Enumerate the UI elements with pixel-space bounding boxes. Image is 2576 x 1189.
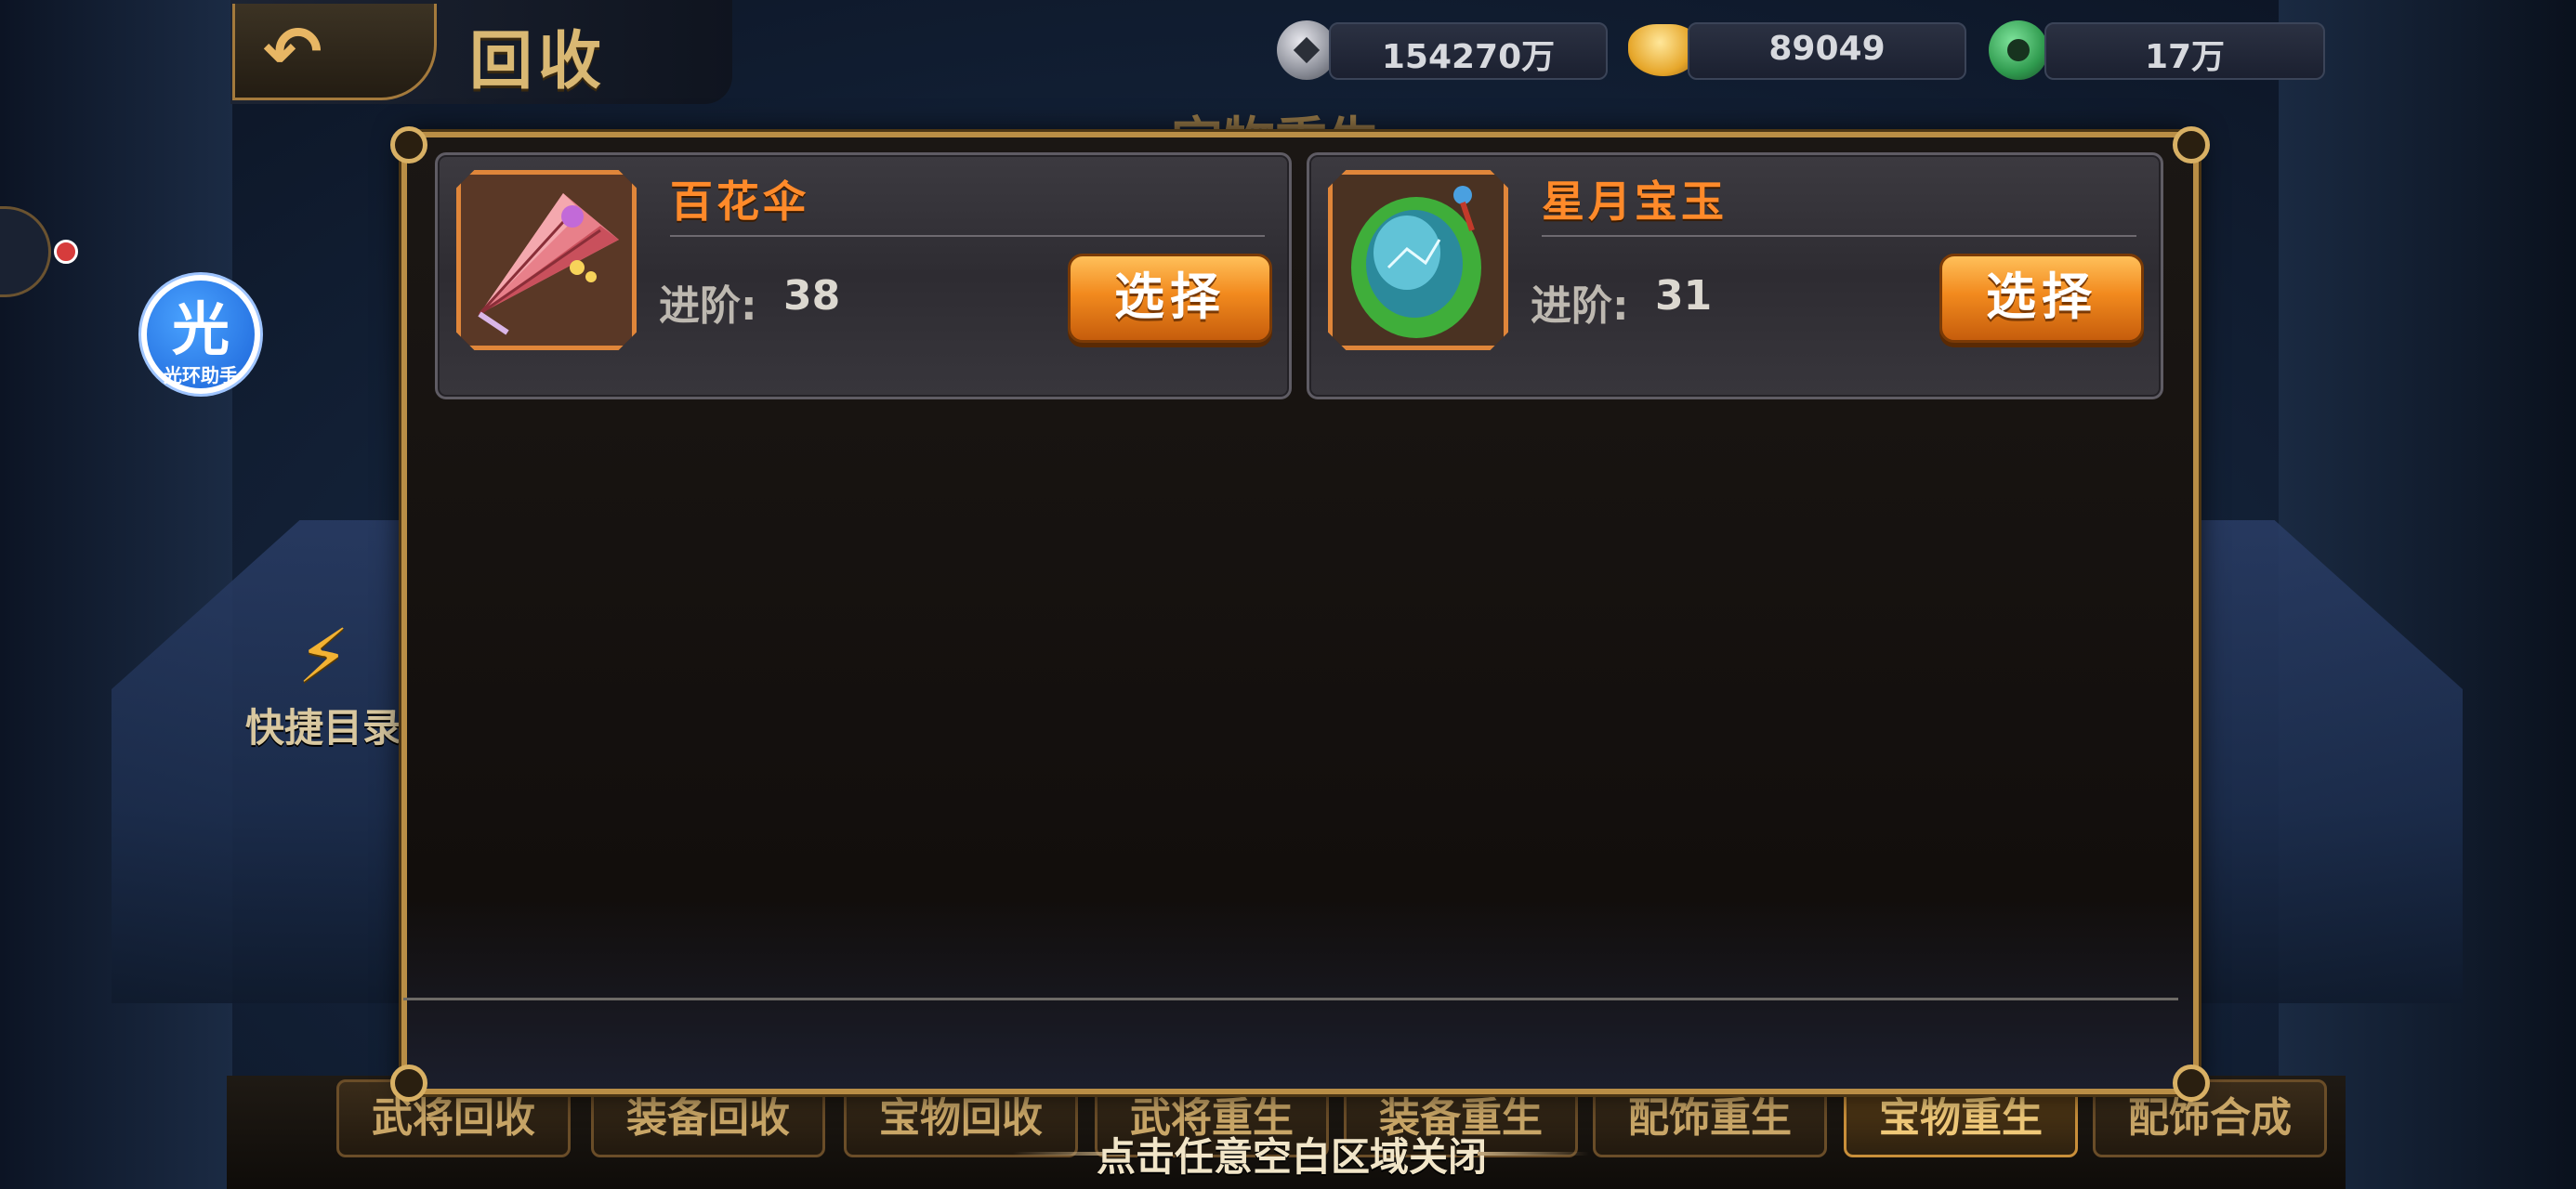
silver-coin-icon: [1277, 20, 1336, 80]
modal-divider: [403, 998, 2178, 1000]
silver-value: 154270万: [1381, 38, 1556, 76]
lightning-icon: ⚡: [297, 613, 350, 699]
jade-orb-icon: [1328, 170, 1508, 350]
frame-corner-ornament: [390, 126, 427, 163]
frame-corner-ornament: [2173, 126, 2210, 163]
select-button[interactable]: 选择: [1068, 254, 1272, 343]
jade-coin-icon: [1989, 20, 2048, 80]
advance-label: 进阶:: [659, 282, 757, 330]
frame-corner-ornament: [390, 1065, 427, 1102]
assistant-glyph: 光: [171, 295, 230, 363]
advance-value: 31: [1655, 272, 1713, 320]
background-left: [0, 0, 232, 1189]
back-arrow-icon: ↶: [263, 10, 322, 93]
back-button[interactable]: ↶: [232, 4, 437, 100]
silver-counter: 154270万: [1329, 22, 1608, 80]
jade-value: 17万: [2144, 38, 2226, 76]
assistant-caption: 光环助手: [164, 364, 238, 386]
advance-label: 进阶:: [1531, 282, 1629, 330]
umbrella-icon: [456, 170, 637, 350]
select-button[interactable]: 选择: [1939, 254, 2144, 343]
gold-counter: 89049: [1688, 22, 1966, 80]
treasure-name: 百花伞: [670, 176, 809, 227]
hint-ornament-right: [1478, 1152, 1589, 1156]
frame-corner-ornament: [2173, 1065, 2210, 1102]
notification-dot: [54, 240, 78, 264]
quick-menu-label[interactable]: 快捷目录: [245, 697, 401, 753]
treasure-name: 星月宝玉: [1542, 176, 1728, 227]
title-divider: [670, 235, 1265, 237]
jade-counter: 17万: [2044, 22, 2325, 80]
page-title: 回收: [469, 25, 608, 98]
treasure-card: 百花伞 进阶: 38 选择: [435, 152, 1292, 399]
advance-value: 38: [783, 272, 841, 320]
treasure-card: 星月宝玉 进阶: 31 选择: [1307, 152, 2163, 399]
title-divider: [1542, 235, 2136, 237]
gold-value: 89049: [1768, 30, 1886, 68]
assistant-float-button[interactable]: 光 光环助手: [141, 275, 260, 394]
